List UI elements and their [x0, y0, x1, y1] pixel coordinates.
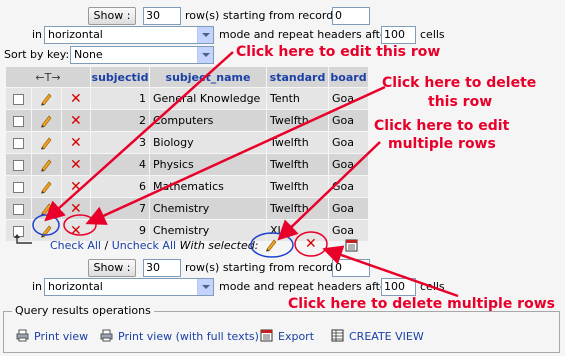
delete-multi-highlight: [294, 231, 328, 257]
annotation-edit-multi-line1: Click here to edit: [374, 118, 510, 134]
edit-multi-arrow: [277, 141, 381, 241]
delete-multi-arrow: [322, 245, 459, 298]
annotation-edit-row: Click here to edit this row: [236, 44, 441, 60]
edit-row-highlight: [32, 214, 60, 236]
delete-row-arrow: [85, 85, 386, 225]
annotation-delete-multi: Click here to delete multiple rows: [288, 296, 555, 312]
edit-multi-highlight: [250, 232, 294, 258]
delete-row-highlight: [63, 214, 97, 236]
annotation-delete-row-line1: Click here to delete: [382, 75, 537, 91]
annotation-edit-multi-line2: multiple rows: [388, 136, 496, 152]
edit-row-arrow: [44, 51, 234, 222]
annotation-delete-row-line2: this row: [428, 94, 493, 110]
